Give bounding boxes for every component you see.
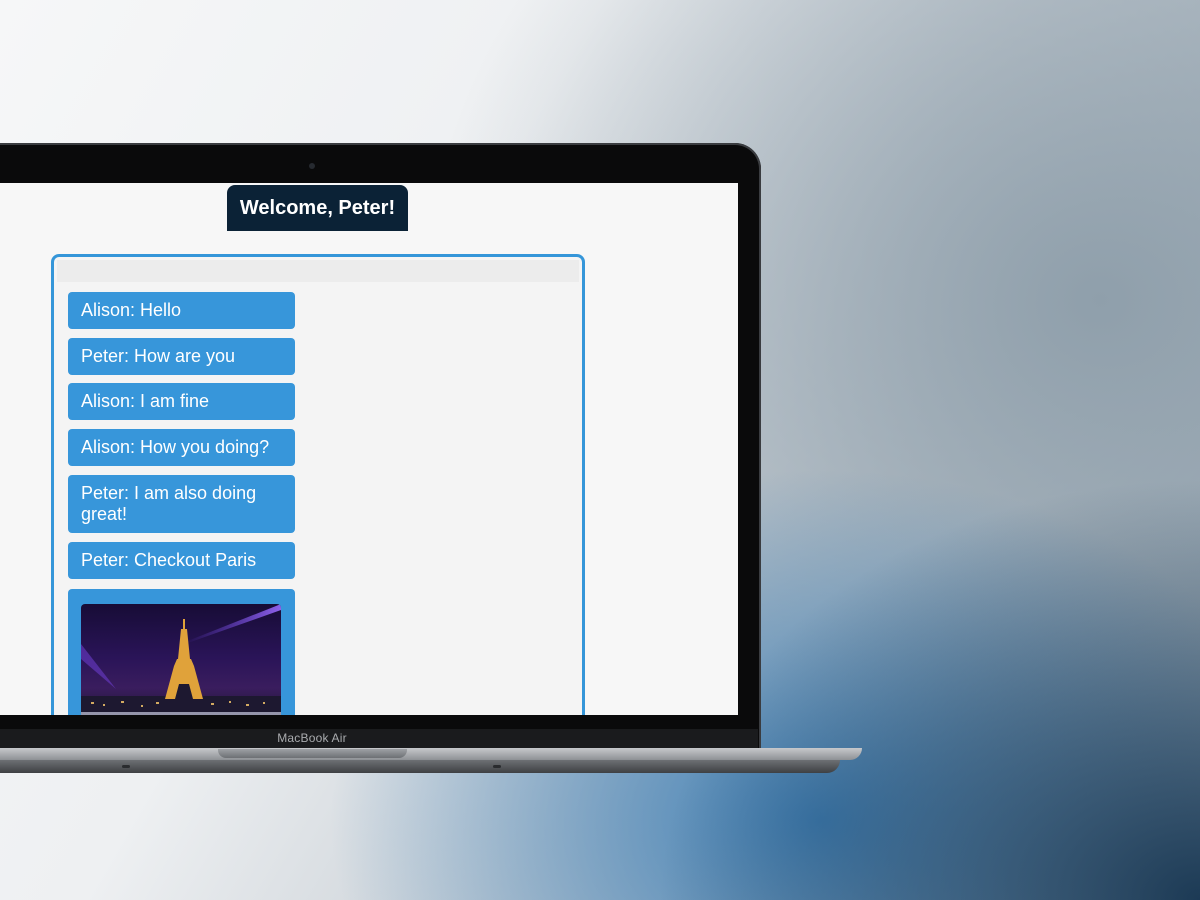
- chat-window: Alison: Hello Peter: How are you Alison:…: [51, 254, 585, 715]
- chat-message: Peter: Checkout Paris: [68, 542, 295, 579]
- chat-message: Alison: Hello: [68, 292, 295, 329]
- laptop-hinge-notch: [218, 749, 407, 758]
- laptop-foot: [493, 765, 501, 768]
- chat-image-message[interactable]: [68, 589, 295, 715]
- chat-message: Alison: I am fine: [68, 383, 295, 420]
- laptop-screen: Welcome, Peter! Alison: Hello Peter: How…: [0, 183, 738, 715]
- chat-message: Alison: How you doing?: [68, 429, 295, 466]
- eiffel-tower-illustration: [81, 604, 281, 715]
- eiffel-tower-photo[interactable]: [81, 604, 281, 715]
- laptop-chin: [0, 729, 758, 749]
- webcam-dot: [309, 163, 315, 169]
- laptop-foot: [122, 765, 130, 768]
- chat-header: [57, 260, 579, 282]
- chat-message: Peter: I am also doing great!: [68, 475, 295, 533]
- device-label: MacBook Air: [277, 731, 347, 745]
- laptop-base: [0, 748, 862, 760]
- welcome-banner: Welcome, Peter!: [227, 185, 408, 231]
- chat-message: Peter: How are you: [68, 338, 295, 375]
